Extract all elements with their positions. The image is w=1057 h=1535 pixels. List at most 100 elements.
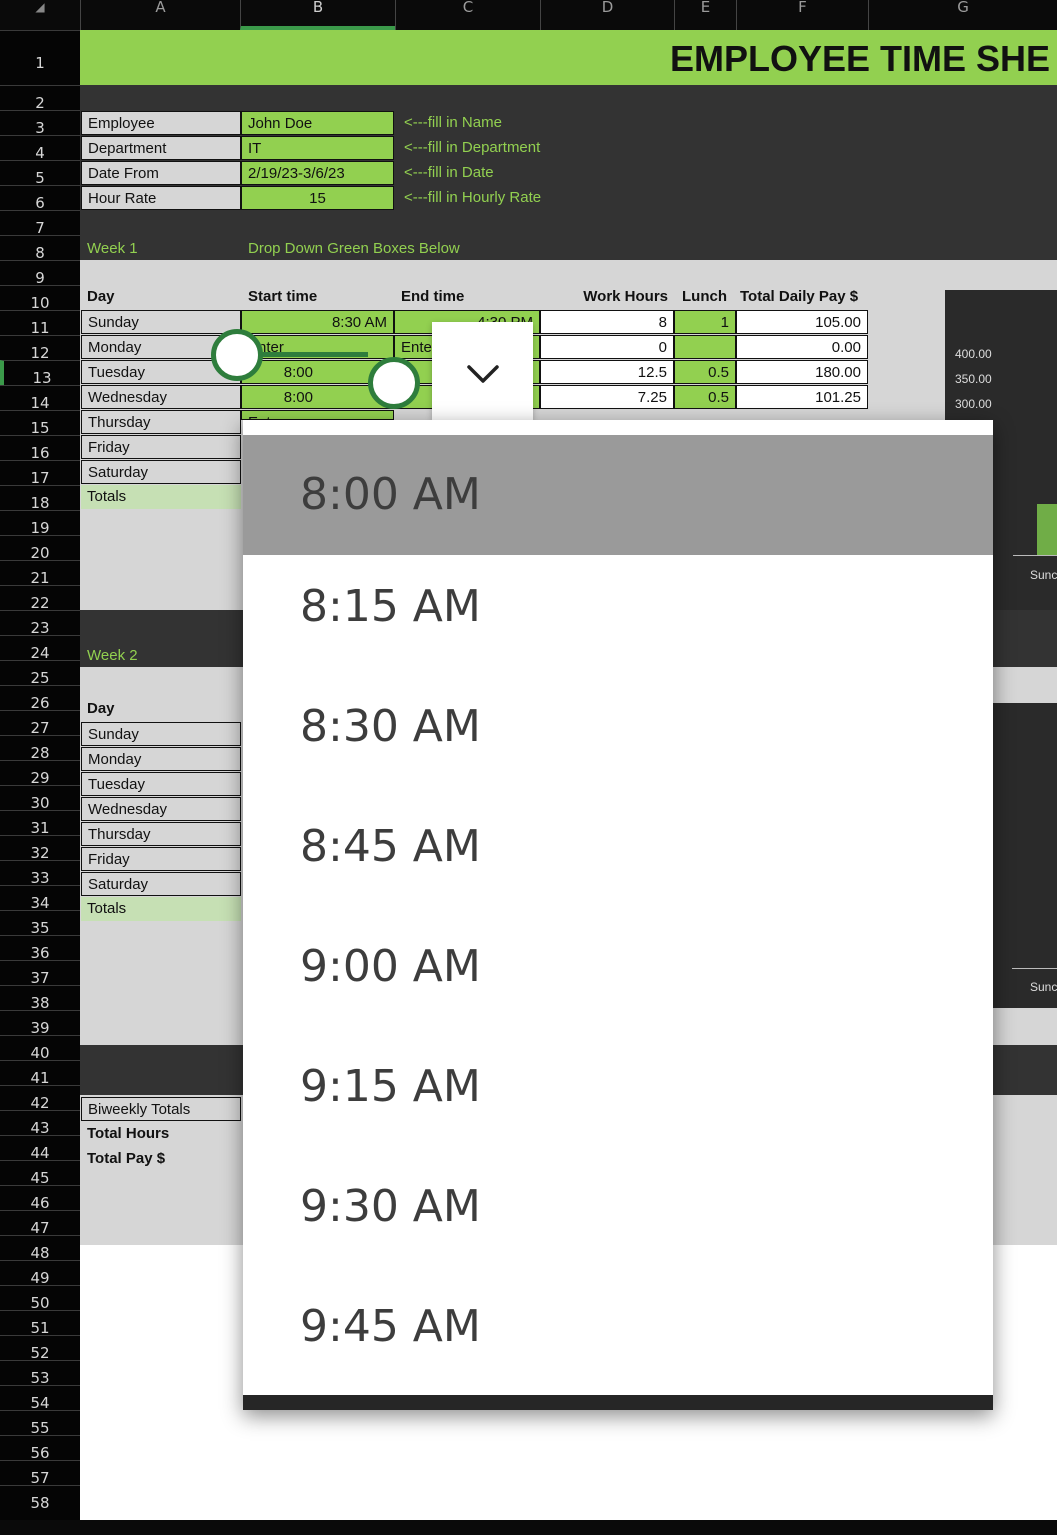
week2-totals[interactable]: Totals <box>81 897 241 921</box>
row-header-5[interactable]: 5 <box>0 160 80 187</box>
row-header-34[interactable]: 34 <box>0 885 80 912</box>
row-header-6[interactable]: 6 <box>0 185 80 212</box>
header-start-time[interactable]: Start time <box>242 285 395 309</box>
select-all-corner[interactable]: ◢ <box>0 0 80 30</box>
row-header-17[interactable]: 17 <box>0 460 80 487</box>
week2-label[interactable]: Week 2 <box>81 644 231 668</box>
employee-hint[interactable]: <---fill in Name <box>398 111 648 135</box>
row-header-58[interactable]: 58 <box>0 1485 80 1512</box>
week1-pay-monday[interactable]: 0.00 <box>736 335 868 359</box>
week1-day-thursday[interactable]: Thursday <box>81 410 241 434</box>
row-header-32[interactable]: 32 <box>0 835 80 862</box>
row-header-12[interactable]: 12 <box>0 335 80 362</box>
row-header-25[interactable]: 25 <box>0 660 80 687</box>
row-header-27[interactable]: 27 <box>0 710 80 737</box>
chart-bar-sunday[interactable] <box>1037 504 1057 555</box>
week1-hours-wednesday[interactable]: 7.25 <box>540 385 674 409</box>
week1-label[interactable]: Week 1 <box>81 237 231 261</box>
department-label[interactable]: Department <box>81 136 241 160</box>
row-header-41[interactable]: 41 <box>0 1060 80 1087</box>
row-header-39[interactable]: 39 <box>0 1010 80 1037</box>
column-header-d[interactable]: D <box>540 0 674 30</box>
row-header-49[interactable]: 49 <box>0 1260 80 1287</box>
row-header-3[interactable]: 3 <box>0 110 80 137</box>
header-work-hours[interactable]: Work Hours <box>540 285 674 309</box>
week1-lunch-sunday[interactable]: 1 <box>674 310 736 334</box>
rate-label[interactable]: Hour Rate <box>81 186 241 210</box>
column-header-e[interactable]: E <box>674 0 736 30</box>
dropdown-option[interactable]: 8:45 AM <box>243 787 993 907</box>
row-header-29[interactable]: 29 <box>0 760 80 787</box>
week1-totals[interactable]: Totals <box>81 485 241 509</box>
row-header-40[interactable]: 40 <box>0 1035 80 1062</box>
week1-day-wednesday[interactable]: Wednesday <box>81 385 241 409</box>
row-header-18[interactable]: 18 <box>0 485 80 512</box>
week1-day-sunday[interactable]: Sunday <box>81 310 241 334</box>
week2-day-monday[interactable]: Monday <box>81 747 241 771</box>
row-header-7[interactable]: 7 <box>0 210 80 237</box>
row-header-2[interactable]: 2 <box>0 85 80 112</box>
employee-value[interactable]: John Doe <box>241 111 394 135</box>
dropdown-option[interactable]: 8:30 AM <box>243 667 993 787</box>
week1-pay-wednesday[interactable]: 101.25 <box>736 385 868 409</box>
date-label[interactable]: Date From <box>81 161 241 185</box>
week1-pay-sunday[interactable]: 105.00 <box>736 310 868 334</box>
row-header-24[interactable]: 24 <box>0 635 80 662</box>
week2-day-tuesday[interactable]: Tuesday <box>81 772 241 796</box>
row-header-53[interactable]: 53 <box>0 1360 80 1387</box>
week2-day-thursday[interactable]: Thursday <box>81 822 241 846</box>
week1-hours-sunday[interactable]: 8 <box>540 310 674 334</box>
header-total-daily-pay[interactable]: Total Daily Pay $ <box>734 285 869 309</box>
row-header-50[interactable]: 50 <box>0 1285 80 1312</box>
date-hint[interactable]: <---fill in Date <box>398 161 648 185</box>
dropdown-option[interactable]: 9:30 AM <box>243 1147 993 1267</box>
row-header-56[interactable]: 56 <box>0 1435 80 1462</box>
row-header-10[interactable]: 10 <box>0 285 80 312</box>
column-header-c[interactable]: C <box>395 0 540 30</box>
row-header-20[interactable]: 20 <box>0 535 80 562</box>
dropdown-option[interactable]: 9:00 AM <box>243 907 993 1027</box>
row-header-1[interactable]: 1 <box>0 30 80 85</box>
row-header-57[interactable]: 57 <box>0 1460 80 1487</box>
week1-note[interactable]: Drop Down Green Boxes Below <box>242 237 542 261</box>
row-header-45[interactable]: 45 <box>0 1160 80 1187</box>
week1-hours-monday[interactable]: 0 <box>540 335 674 359</box>
week2-day-sunday[interactable]: Sunday <box>81 722 241 746</box>
rate-hint[interactable]: <---fill in Hourly Rate <box>398 186 648 210</box>
week1-start-sunday[interactable]: 8:30 AM <box>241 310 394 334</box>
row-header-8[interactable]: 8 <box>0 235 80 262</box>
row-header-38[interactable]: 38 <box>0 985 80 1012</box>
dropdown-option[interactable]: 9:15 AM <box>243 1027 993 1147</box>
week2-day-saturday[interactable]: Saturday <box>81 872 241 896</box>
row-header-23[interactable]: 23 <box>0 610 80 637</box>
column-header-b[interactable]: B <box>240 0 395 30</box>
week2-day-friday[interactable]: Friday <box>81 847 241 871</box>
row-header-26[interactable]: 26 <box>0 685 80 712</box>
week1-hours-tuesday[interactable]: 12.5 <box>540 360 674 384</box>
selection-handle-end[interactable] <box>368 357 420 409</box>
row-header-43[interactable]: 43 <box>0 1110 80 1137</box>
row-header-22[interactable]: 22 <box>0 585 80 612</box>
row-header-14[interactable]: 14 <box>0 385 80 412</box>
week2-chart[interactable]: Sunc <box>992 703 1057 1008</box>
row-header-4[interactable]: 4 <box>0 135 80 162</box>
department-value[interactable]: IT <box>241 136 394 160</box>
header-lunch[interactable]: Lunch <box>676 285 738 309</box>
department-hint[interactable]: <---fill in Department <box>398 136 648 160</box>
row-header-33[interactable]: 33 <box>0 860 80 887</box>
biweekly-label[interactable]: Biweekly Totals <box>81 1097 241 1121</box>
row-header-48[interactable]: 48 <box>0 1235 80 1262</box>
week1-lunch-wednesday[interactable]: 0.5 <box>674 385 736 409</box>
row-header-51[interactable]: 51 <box>0 1310 80 1337</box>
row-header-15[interactable]: 15 <box>0 410 80 437</box>
date-value[interactable]: 2/19/23-3/6/23 <box>241 161 394 185</box>
dropdown-option[interactable]: 8:00 AM <box>243 435 993 555</box>
row-header-44[interactable]: 44 <box>0 1135 80 1162</box>
sheet-title[interactable]: EMPLOYEE TIME SHE <box>670 38 1057 83</box>
row-header-36[interactable]: 36 <box>0 935 80 962</box>
column-header-a[interactable]: A <box>80 0 240 30</box>
header-day[interactable]: Day <box>81 285 241 309</box>
row-header-52[interactable]: 52 <box>0 1335 80 1362</box>
row-header-47[interactable]: 47 <box>0 1210 80 1237</box>
row-header-31[interactable]: 31 <box>0 810 80 837</box>
